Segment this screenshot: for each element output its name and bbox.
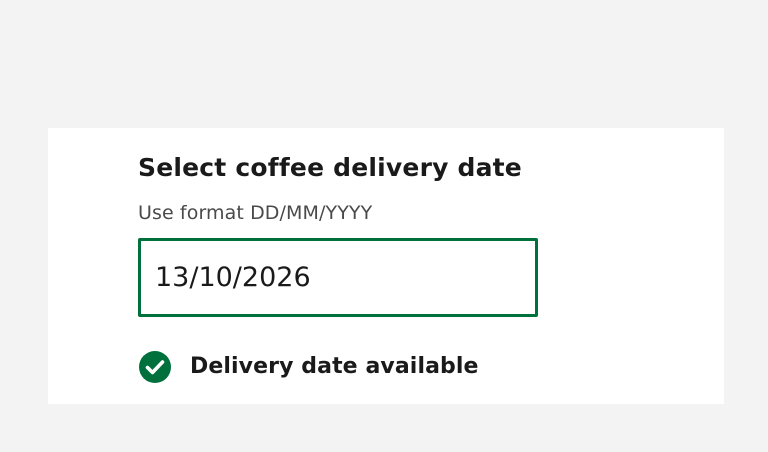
date-picker-card: Select coffee delivery date Use format D… [48,128,724,404]
field-hint: Use format DD/MM/YYYY [138,202,373,224]
delivery-date-field: Select coffee delivery date Use format D… [138,152,538,317]
availability-status: Delivery date available [138,350,479,384]
delivery-date-input[interactable] [138,238,538,317]
check-circle-icon [138,350,172,384]
field-label: Select coffee delivery date [138,153,522,182]
status-message: Delivery date available [190,354,479,379]
